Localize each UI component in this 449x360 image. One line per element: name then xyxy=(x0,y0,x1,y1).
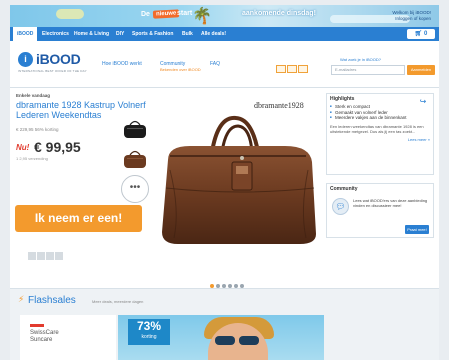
share-icon[interactable] xyxy=(37,252,45,260)
logo-word: iBOOD xyxy=(36,51,81,67)
nav-item-ibood[interactable]: iBOOD xyxy=(13,27,38,41)
flashsales-subtitle: Meer deals, meerdere dagen xyxy=(92,299,144,304)
share-buttons xyxy=(28,247,64,265)
product-image xyxy=(162,115,316,244)
flashsale-card-title-line: SwissCare xyxy=(30,330,59,336)
sunglasses-icon xyxy=(215,332,263,345)
cart-count: 0 xyxy=(423,31,428,37)
community-box: Community 💬︎ Lees wat iBOOD'ers van deze… xyxy=(326,183,434,238)
ibood-page: De nieuwe start 🌴 aankomende dinsdag! We… xyxy=(10,5,439,360)
subscribe-button[interactable]: Aanmelden xyxy=(407,65,435,75)
payment-icon xyxy=(287,65,297,73)
nav-item-electronics[interactable]: Electronics xyxy=(42,27,69,41)
community-text: Lees wat iBOOD'ers van deze aanbieding v… xyxy=(353,198,428,208)
product-price: € 99,95 xyxy=(34,139,81,155)
header-divider xyxy=(10,87,439,88)
share-icon[interactable]: ↪ xyxy=(418,97,428,107)
flashsales-section: ⚡︎ Flashsales Meer deals, meerdere dagen… xyxy=(10,289,439,360)
brand-logo xyxy=(30,324,44,327)
community-subtext: Bekenden over iBOOD xyxy=(160,67,201,72)
flashsales-title: Flashsales xyxy=(28,295,76,306)
discount-percent: 73% xyxy=(136,319,162,333)
community-title: Community xyxy=(330,186,358,192)
search-label: Wat zoek je in iBOOD? xyxy=(340,57,381,62)
flashsale-card-title: SwissCare Suncare xyxy=(30,330,59,344)
old-price: € 229,95 56% korting xyxy=(16,127,59,132)
user-login-link[interactable]: Inloggen of kopen xyxy=(392,16,431,22)
now-label: Nu! xyxy=(16,143,30,152)
email-input[interactable]: E-mailadres xyxy=(331,65,405,75)
highlight-item: Meerdere vakjes aan de binnenkant xyxy=(330,115,430,121)
discount-badge: 73% korting xyxy=(128,319,170,345)
nav-item-all-deals[interactable]: Alle deals! xyxy=(201,27,226,41)
discount-label: korting xyxy=(141,334,157,340)
cart-button[interactable]: 🛒︎ 0 xyxy=(407,29,435,39)
cart-icon: 🛒︎ xyxy=(414,31,423,37)
brand-watermark: dbramante1928 xyxy=(254,101,304,110)
banner-tag: nieuwe xyxy=(152,9,180,19)
share-icon[interactable] xyxy=(28,252,36,260)
category-nav: iBOOD Electronics Home & Living DIY Spor… xyxy=(10,27,439,41)
banner-text-start: start xyxy=(177,10,193,17)
share-icon[interactable] xyxy=(46,252,54,260)
read-more-link[interactable]: Lees meer » xyxy=(327,137,433,144)
promo-banner[interactable]: De nieuwe start 🌴 aankomende dinsdag! We… xyxy=(10,5,439,27)
flashsale-card[interactable]: SwissCare Suncare xyxy=(20,315,116,360)
payment-icon xyxy=(276,65,286,73)
flashsale-card-title-line: Suncare xyxy=(30,337,53,343)
shipping-info: 1 2,95 verzending xyxy=(16,156,48,161)
link-how-it-works[interactable]: Hoe iBOOD werkt xyxy=(102,61,142,67)
banner-text-de: De xyxy=(141,11,150,18)
chat-icon: 💬︎ xyxy=(332,198,349,215)
logo-tagline: INTERNATIONAL BEST OFFER OF THE DAY xyxy=(18,69,87,73)
link-faq[interactable]: FAQ xyxy=(210,61,220,67)
user-box[interactable]: Welkom bij iBOOD! Inloggen of kopen xyxy=(392,10,431,22)
nav-item-home-living[interactable]: Home & Living xyxy=(74,27,109,41)
buy-button[interactable]: Ik neem er een! xyxy=(15,205,142,232)
payment-icons xyxy=(276,60,309,73)
nav-item-bulk[interactable]: Bulk xyxy=(182,27,193,41)
palm-tree-icon: 🌴 xyxy=(192,6,212,25)
nav-item-sports-fashion[interactable]: Sports & Fashion xyxy=(132,27,173,41)
logo-mark-icon: i xyxy=(18,52,33,67)
payment-icon xyxy=(298,65,308,73)
highlights-description: Een lederen weekendtas van dbramante 192… xyxy=(330,123,424,134)
deal-crumb: Enkele vandaag xyxy=(16,93,51,98)
nav-item-diy[interactable]: DIY xyxy=(116,27,124,41)
join-discussion-button[interactable]: Praat mee! xyxy=(405,225,429,234)
ibood-logo[interactable]: i iBOOD INTERNATIONAL BEST OFFER OF THE … xyxy=(18,51,96,75)
flashsale-promo-image[interactable]: 73% korting xyxy=(118,315,324,360)
banner-text-rest: aankomende dinsdag! xyxy=(242,10,316,17)
share-icon[interactable] xyxy=(55,252,63,260)
sun-decoration xyxy=(56,9,84,19)
lightning-icon: ⚡︎ xyxy=(18,295,25,305)
